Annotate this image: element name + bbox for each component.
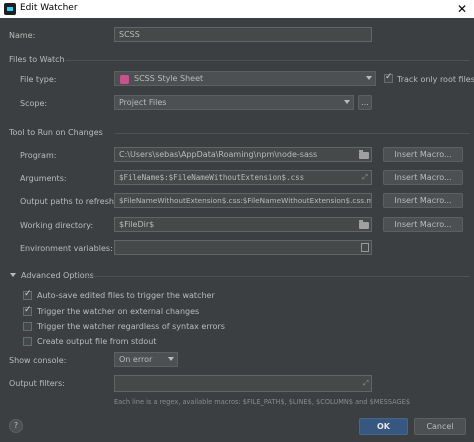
chevron-down-icon <box>344 100 350 104</box>
env-vars-input[interactable] <box>114 240 372 255</box>
cancel-button[interactable]: Cancel <box>414 418 466 435</box>
folder-icon[interactable] <box>359 220 369 229</box>
arguments-insert-macro-button[interactable]: Insert Macro... <box>383 170 463 185</box>
files-section-title: Files to Watch <box>9 55 65 64</box>
window-title: Edit Watcher <box>20 3 78 13</box>
program-input[interactable]: C:\Users\sebas\AppData\Roaming\npm\node-… <box>114 147 372 162</box>
arguments-label: Arguments: <box>20 174 67 183</box>
help-button[interactable]: ? <box>9 419 23 433</box>
files-section-divider <box>65 60 470 61</box>
folder-icon[interactable] <box>359 150 369 159</box>
scope-label: Scope: <box>20 99 48 108</box>
show-console-value: On error <box>119 355 153 364</box>
expand-icon[interactable]: ⤢ <box>359 172 371 183</box>
ok-button[interactable]: OK <box>359 418 408 435</box>
title-bar: Edit Watcher ✕ <box>0 0 474 18</box>
scope-value: Project Files <box>119 98 167 107</box>
auto-save-label: Auto-save edited files to trigger the wa… <box>37 291 215 300</box>
program-value: C:\Users\sebas\AppData\Roaming\npm\node-… <box>119 150 318 159</box>
file-type-label: File type: <box>20 75 57 84</box>
advanced-section-title: Advanced Options <box>21 271 94 280</box>
output-paths-value: $FileNameWithoutExtension$.css:$FileName… <box>119 196 372 205</box>
tool-section-title: Tool to Run on Changes <box>9 128 103 137</box>
name-label: Name: <box>9 31 36 40</box>
output-filters-input[interactable] <box>114 375 372 392</box>
working-dir-input[interactable]: $FileDir$ <box>114 217 372 232</box>
app-icon <box>4 3 16 15</box>
program-insert-macro-button[interactable]: Insert Macro... <box>383 147 463 162</box>
file-type-select[interactable]: SCSS Style Sheet <box>114 71 376 86</box>
chevron-down-icon <box>366 76 372 80</box>
external-changes-checkbox[interactable] <box>23 305 32 316</box>
working-dir-value: $FileDir$ <box>119 220 155 229</box>
output-filters-label: Output filters: <box>9 379 65 388</box>
document-icon[interactable] <box>361 243 369 252</box>
tool-section-divider <box>115 133 470 134</box>
chevron-down-icon <box>168 357 174 361</box>
working-dir-label: Working directory: <box>20 221 94 230</box>
stdout-output-checkbox[interactable] <box>23 337 32 346</box>
expand-icon[interactable]: ⤢ <box>360 378 372 389</box>
collapse-triangle-icon[interactable] <box>10 273 16 277</box>
arguments-input[interactable]: $FileName$:$FileNameWithoutExtension$.cs… <box>114 170 372 185</box>
scope-select[interactable]: Project Files <box>114 95 354 110</box>
advanced-section-divider <box>86 276 470 277</box>
auto-save-checkbox[interactable] <box>23 289 32 300</box>
close-icon[interactable]: ✕ <box>454 1 470 17</box>
stdout-output-label: Create output file from stdout <box>37 337 157 346</box>
show-console-label: Show console: <box>9 356 67 365</box>
track-only-root-checkbox[interactable] <box>384 72 393 83</box>
arguments-value: $FileName$:$FileNameWithoutExtension$.cs… <box>119 173 305 182</box>
track-only-root-label: Track only root files <box>397 75 474 84</box>
output-paths-insert-macro-button[interactable]: Insert Macro... <box>383 193 463 208</box>
output-filters-hint: Each line is a regex, available macros: … <box>114 398 411 406</box>
file-type-value: SCSS Style Sheet <box>134 74 204 83</box>
working-dir-insert-macro-button[interactable]: Insert Macro... <box>383 217 463 232</box>
external-changes-label: Trigger the watcher on external changes <box>37 307 200 316</box>
syntax-errors-label: Trigger the watcher regardless of syntax… <box>37 322 225 331</box>
name-input[interactable]: SCSS <box>114 27 372 42</box>
env-vars-label: Environment variables: <box>20 244 113 253</box>
show-console-select[interactable]: On error <box>114 352 178 367</box>
output-paths-label: Output paths to refresh: <box>20 197 117 206</box>
scss-file-icon <box>120 75 129 84</box>
program-label: Program: <box>20 151 57 160</box>
scope-browse-button[interactable]: ... <box>358 95 372 110</box>
output-paths-input[interactable]: $FileNameWithoutExtension$.css:$FileName… <box>114 193 372 208</box>
syntax-errors-checkbox[interactable] <box>23 322 32 331</box>
